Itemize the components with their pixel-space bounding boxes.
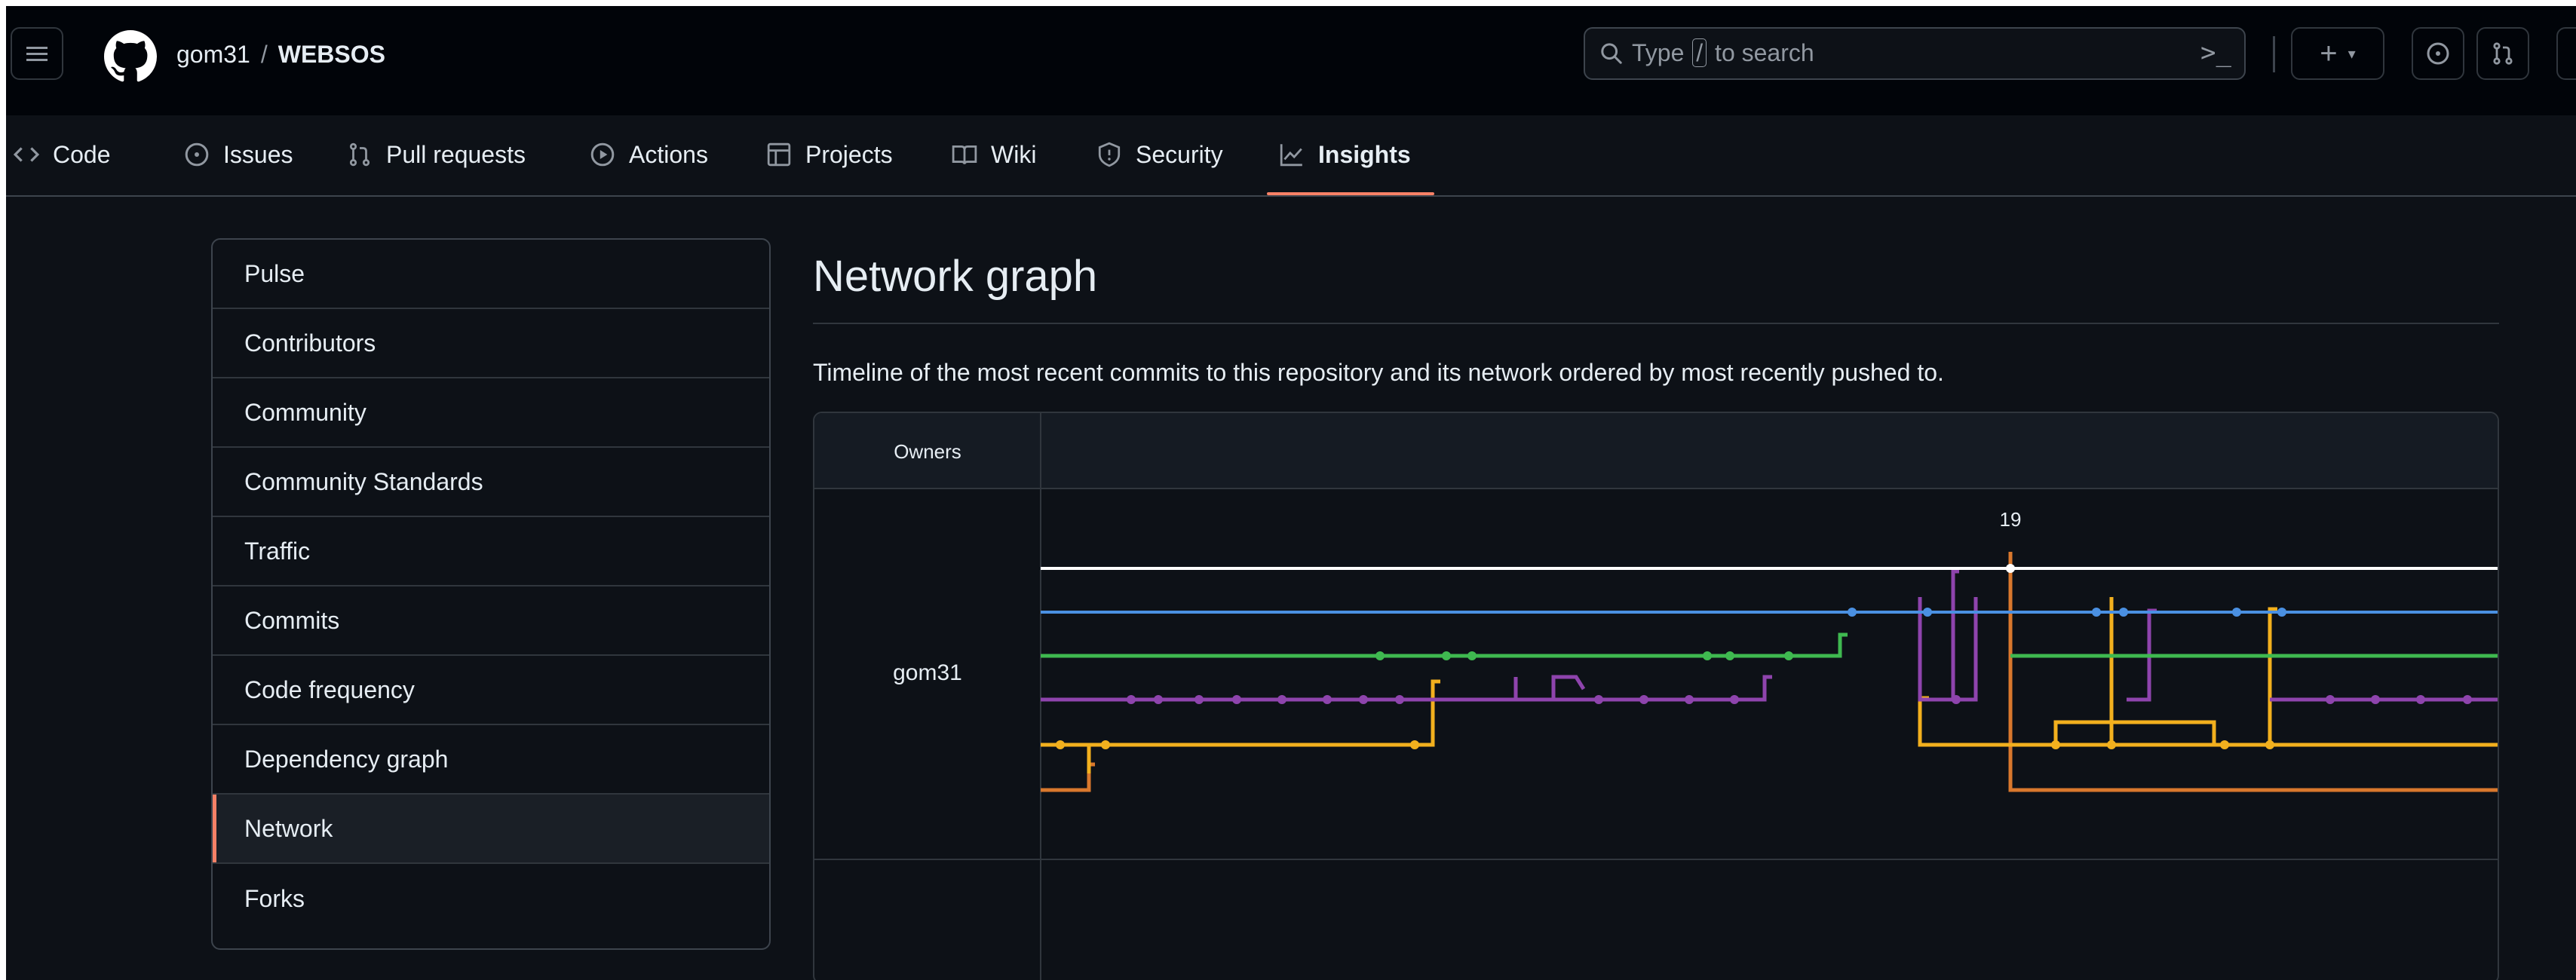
graph-icon [1280, 144, 1302, 167]
tab-insights[interactable]: Insights [1279, 128, 1411, 181]
tab-label: Wiki [991, 140, 1037, 168]
hamburger-icon [26, 43, 48, 65]
search-input[interactable]: Type / to search >_ [1584, 27, 2246, 80]
notifications-button[interactable] [2556, 27, 2576, 80]
tab-label: Insights [1318, 140, 1411, 168]
create-new-button[interactable]: + ▾ [2291, 27, 2384, 80]
menu-item-dependency-graph[interactable]: Dependency graph [213, 725, 769, 795]
triangle-down-icon: ▾ [2348, 45, 2356, 63]
app-window: gom31/WEBSOS Type / to search >_ + ▾ Code… [6, 6, 2576, 980]
menu-item-forks[interactable]: Forks [213, 864, 769, 933]
header-divider [2273, 36, 2275, 72]
search-shortcut-key: / [1692, 38, 1707, 67]
owner-link[interactable]: gom31 [176, 41, 250, 68]
page-description: Timeline of the most recent commits to t… [813, 359, 1944, 386]
branch-yellow [1041, 597, 2498, 773]
tab-code[interactable]: Code [14, 128, 111, 181]
branch-green [1041, 632, 2498, 658]
repo-link[interactable]: WEBSOS [278, 41, 385, 68]
git-pull-request-icon [2493, 42, 2513, 65]
issues-button[interactable] [2412, 27, 2464, 80]
network-graph-canvas[interactable]: Owners gom31 19 [814, 413, 2499, 980]
issue-opened-icon [2427, 42, 2449, 65]
date-label: 19 [2000, 508, 2022, 531]
title-divider [813, 323, 2499, 324]
page-title: Network graph [813, 252, 1098, 301]
branch-purple [1041, 569, 2498, 702]
tab-label: Pull requests [386, 140, 526, 168]
search-placeholder: Type / to search [1632, 38, 1814, 67]
insights-menu: Pulse Contributors Community Community S… [211, 238, 771, 950]
network-graph[interactable]: Owners gom31 19 [813, 412, 2499, 980]
graph-header-bar [814, 413, 2498, 488]
menu-item-code-frequency[interactable]: Code frequency [213, 656, 769, 725]
shield-icon [1098, 142, 1121, 167]
menu-item-traffic[interactable]: Traffic [213, 517, 769, 586]
plus-icon: + [2320, 36, 2338, 70]
tab-wiki[interactable]: Wiki [952, 128, 1036, 181]
header-border [6, 195, 2576, 197]
menu-button[interactable] [11, 27, 63, 80]
github-logo-icon[interactable] [104, 30, 157, 83]
play-icon [590, 142, 615, 167]
tab-label: Code [53, 140, 111, 168]
breadcrumb-separator: / [260, 41, 268, 68]
tab-issues[interactable]: Issues [184, 128, 293, 181]
owner-label[interactable]: gom31 [893, 660, 962, 685]
tab-projects[interactable]: Projects [766, 128, 893, 181]
top-header: gom31/WEBSOS Type / to search >_ + ▾ [6, 6, 2576, 115]
tab-security[interactable]: Security [1096, 128, 1223, 181]
menu-item-contributors[interactable]: Contributors [213, 309, 769, 378]
code-icon [14, 147, 39, 162]
git-pull-request-icon [349, 142, 370, 167]
menu-item-pulse[interactable]: Pulse [213, 240, 769, 309]
tab-pull-requests[interactable]: Pull requests [347, 128, 526, 181]
tab-label: Actions [629, 140, 708, 168]
menu-item-commits[interactable]: Commits [213, 586, 769, 656]
book-icon [952, 145, 977, 164]
command-palette-icon[interactable]: >_ [2200, 38, 2231, 68]
tab-label: Security [1136, 140, 1223, 168]
issue-opened-icon [185, 142, 209, 167]
search-icon [1601, 43, 1622, 64]
owners-header: Owners [894, 440, 961, 463]
commit-dots-white[interactable] [2006, 564, 2015, 573]
tab-label: Issues [223, 140, 293, 168]
tab-actions[interactable]: Actions [590, 128, 708, 181]
menu-item-community-standards[interactable]: Community Standards [213, 448, 769, 517]
tab-label: Projects [805, 140, 893, 168]
menu-item-network[interactable]: Network [213, 795, 769, 864]
breadcrumb: gom31 / WEBSOS [176, 38, 385, 71]
menu-item-community[interactable]: Community [213, 378, 769, 448]
branch-orange [1041, 552, 2498, 792]
table-icon [767, 142, 791, 167]
pull-requests-button[interactable] [2476, 27, 2529, 80]
